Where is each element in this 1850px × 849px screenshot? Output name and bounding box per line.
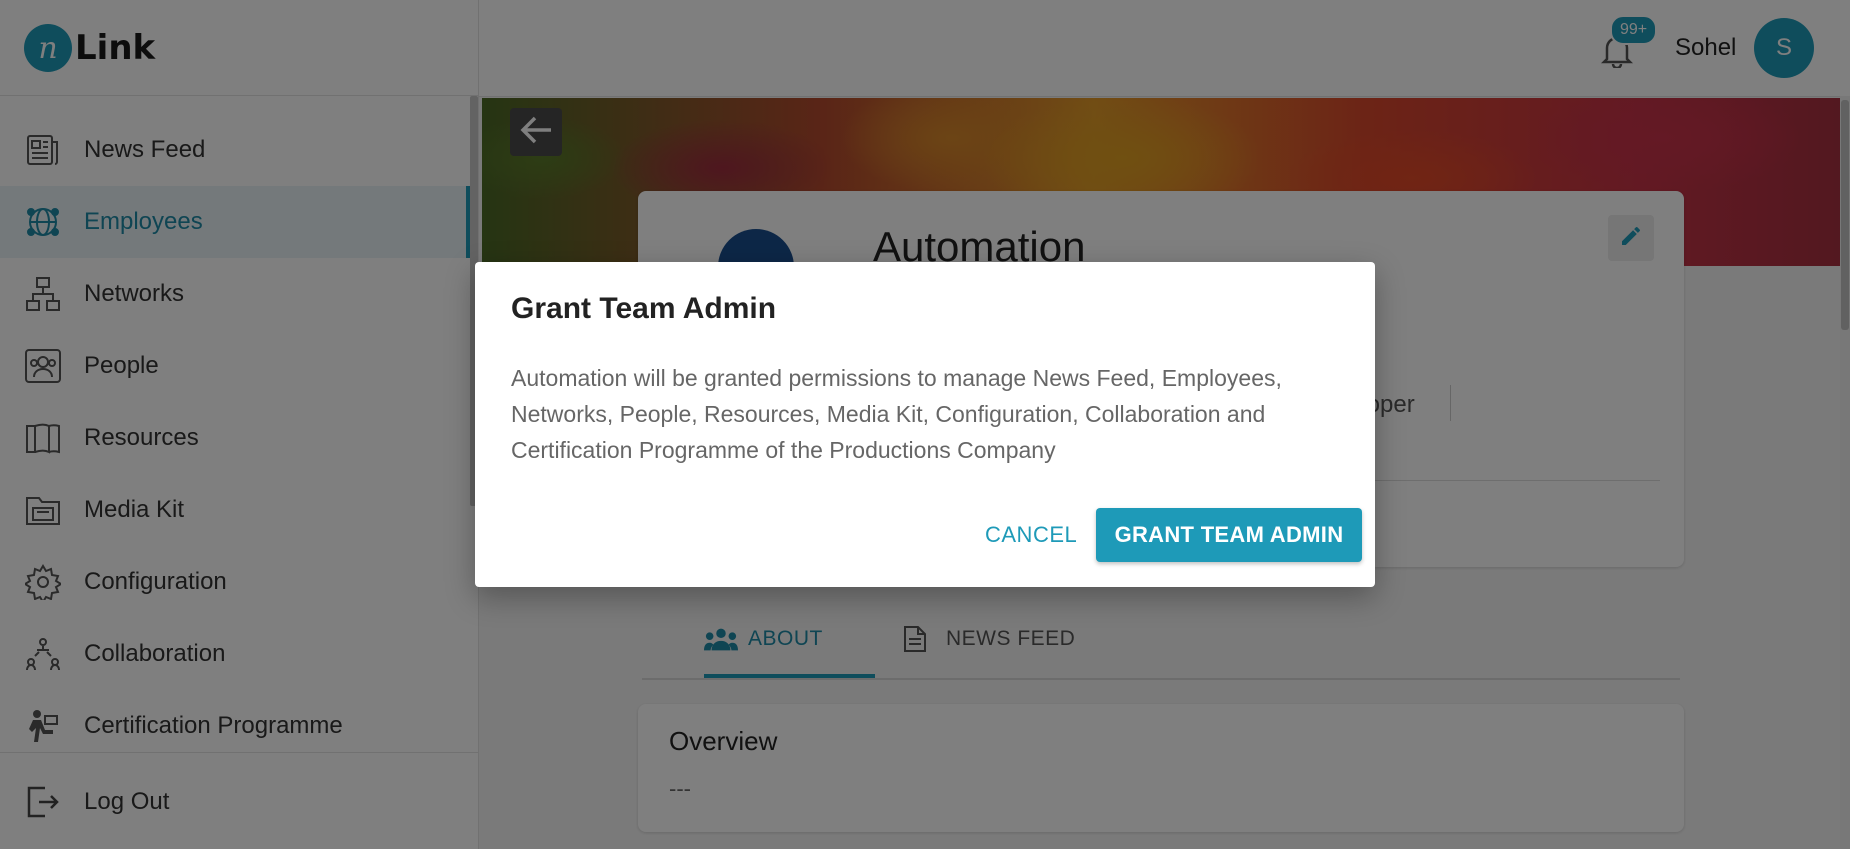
grant-team-admin-button[interactable]: GRANT TEAM ADMIN <box>1096 508 1362 562</box>
dialog-title: Grant Team Admin <box>511 292 777 325</box>
grant-team-admin-dialog: Grant Team Admin Automation will be gran… <box>475 262 1375 587</box>
dialog-body: Automation will be granted permissions t… <box>511 365 1282 463</box>
cancel-button[interactable]: CANCEL <box>971 508 1091 562</box>
